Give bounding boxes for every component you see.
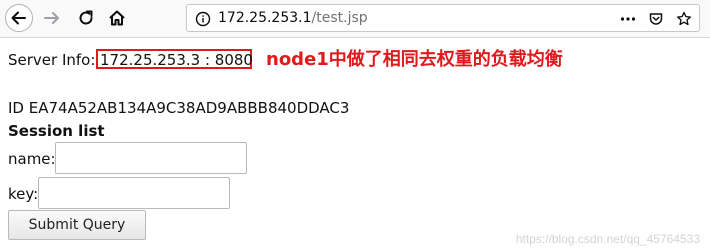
url-host: 172.25.253.1 bbox=[218, 10, 312, 26]
home-button[interactable] bbox=[107, 8, 127, 28]
server-info-value: 172.25.253.3 : 8080 bbox=[100, 51, 253, 69]
session-id: ID EA74A52AB134A9C38AD9ABBB840DDAC3 bbox=[8, 99, 350, 117]
server-info-label: Server Info: bbox=[8, 51, 96, 69]
pocket-icon[interactable] bbox=[648, 11, 664, 27]
arrow-left-icon bbox=[11, 11, 26, 25]
arrow-right-icon bbox=[44, 12, 59, 24]
forward-button[interactable] bbox=[42, 8, 62, 28]
url-bar[interactable]: 172.25.253.1/test.jsp bbox=[186, 4, 700, 32]
page-content: Server Info: 172.25.253.3 : 8080 node1中做… bbox=[0, 37, 710, 250]
url-text: 172.25.253.1/test.jsp bbox=[218, 10, 368, 26]
home-icon bbox=[109, 10, 125, 26]
annotation-text: node1中做了相同去权重的负载均衡 bbox=[266, 49, 563, 70]
reload-icon bbox=[79, 10, 93, 25]
star-icon[interactable] bbox=[676, 11, 692, 27]
key-label: key: bbox=[8, 185, 39, 203]
key-input[interactable] bbox=[38, 177, 230, 209]
session-list-heading: Session list bbox=[8, 122, 105, 140]
more-dots-icon[interactable] bbox=[620, 11, 636, 27]
submit-query-button[interactable]: Submit Query bbox=[8, 210, 146, 240]
name-label: name: bbox=[8, 150, 56, 168]
url-path: /test.jsp bbox=[311, 10, 368, 26]
info-icon[interactable] bbox=[195, 11, 211, 27]
back-button[interactable] bbox=[5, 4, 33, 32]
browser-toolbar: 172.25.253.1/test.jsp bbox=[0, 0, 710, 38]
name-input[interactable] bbox=[55, 142, 247, 174]
reload-button[interactable] bbox=[76, 8, 96, 28]
watermark: https://blog.csdn.net/qq_45764533 bbox=[515, 232, 700, 246]
